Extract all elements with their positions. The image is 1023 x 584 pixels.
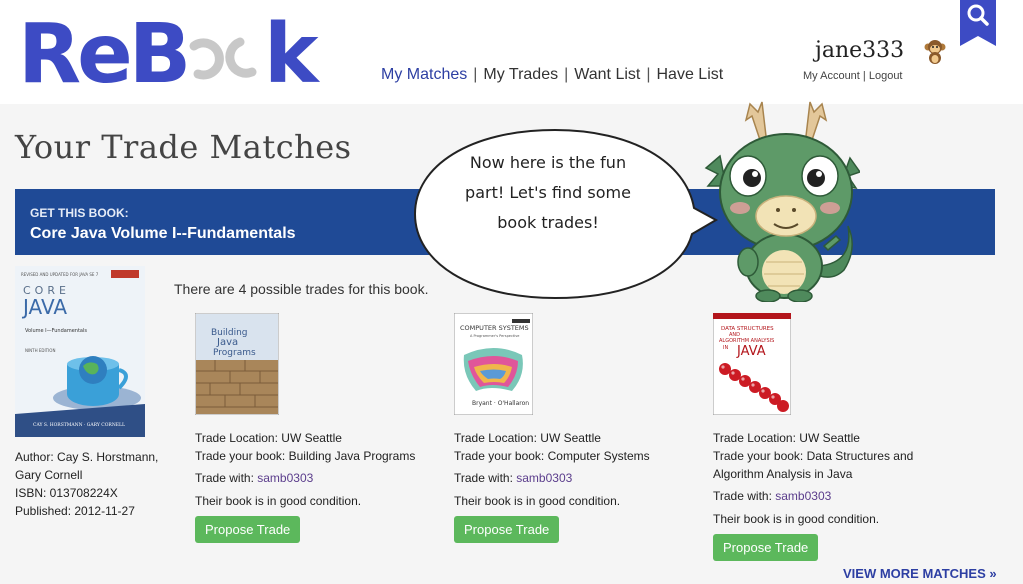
propose-trade-button[interactable]: Propose Trade	[454, 516, 560, 543]
trade-with: Trade with: samb0303	[713, 487, 963, 505]
trade-location: Trade Location: UW Seattle	[454, 431, 601, 445]
svg-text:COMPUTER SYSTEMS: COMPUTER SYSTEMS	[460, 324, 529, 332]
nav-my-trades[interactable]: My Trades	[483, 66, 558, 83]
rebook-logo[interactable]: ReB k	[18, 14, 348, 88]
trade-with-label: Trade with:	[454, 471, 517, 485]
svg-text:IN: IN	[723, 345, 728, 351]
trade-with: Trade with: samb0303	[195, 469, 445, 487]
book-author: Author: Cay S. Horstmann, Gary Cornell	[15, 450, 159, 482]
page-title: Your Trade Matches	[15, 128, 352, 166]
book-condition: Their book is in good condition.	[713, 512, 880, 526]
trade-location: Trade Location: UW Seattle	[195, 431, 342, 445]
cover-top-text: REVISED AND UPDATED FOR JAVA SE 7	[21, 272, 99, 277]
site-header: ReB k My Matches | My Trades | Want List | Hav…	[0, 0, 1023, 104]
view-more-matches-link[interactable]: VIEW MORE MATCHES »	[843, 566, 997, 581]
account-separator: |	[862, 70, 866, 82]
nav-separator: |	[564, 66, 569, 83]
trade-with-label: Trade with:	[713, 489, 776, 503]
nav-have-list[interactable]: Have List	[657, 66, 724, 83]
cover-authors-text: CAY S. HORSTMANN · GARY CORNELL	[33, 422, 125, 428]
cover-edition-text: NINTH EDITION	[25, 348, 55, 353]
building-java-cover-image[interactable]: Building Java Programs	[195, 313, 279, 415]
match-card: DATA STRUCTURES AND ALGORITHM ANALYSIS I…	[713, 313, 963, 561]
book-condition: Their book is in good condition.	[195, 494, 362, 508]
monkey-avatar-icon[interactable]	[924, 39, 946, 65]
propose-trade-button[interactable]: Propose Trade	[195, 516, 301, 543]
svg-text:A Programmer's Perspective: A Programmer's Perspective	[470, 334, 519, 338]
trade-with-label: Trade with:	[195, 471, 258, 485]
possible-trades-count: There are 4 possible trades for this boo…	[174, 281, 429, 297]
banner-book-title[interactable]: Core Java Volume I--Fundamentals	[30, 225, 296, 243]
nav-separator: |	[473, 66, 478, 83]
my-account-link[interactable]: My Account	[803, 70, 860, 82]
computer-systems-cover-image[interactable]: COMPUTER SYSTEMS A Programmer's Perspect…	[454, 313, 533, 415]
propose-trade-button[interactable]: Propose Trade	[713, 534, 819, 561]
mascot-speech-text: Now here is the fun part! Let's find som…	[465, 153, 631, 232]
trade-your-book: Trade your book: Building Java Programs	[195, 449, 416, 463]
book-details: Author: Cay S. Horstmann, Gary Cornell I…	[15, 448, 165, 520]
nav-want-list[interactable]: Want List	[574, 66, 640, 83]
cover-java-text: JAVA	[21, 295, 67, 319]
book-published: Published: 2012-11-27	[15, 504, 135, 518]
banner-label: GET THIS BOOK:	[30, 206, 129, 220]
core-java-cover-image[interactable]: REVISED AND UPDATED FOR JAVA SE 7 CORE J…	[15, 266, 145, 437]
svg-text:Programs: Programs	[213, 348, 256, 358]
username[interactable]: jane333	[815, 38, 904, 63]
trade-location: Trade Location: UW Seattle	[713, 431, 860, 445]
book-condition: Their book is in good condition.	[454, 494, 621, 508]
dragon-mascot-icon	[704, 101, 860, 302]
svg-text:JAVA: JAVA	[736, 344, 766, 359]
nav-separator: |	[646, 66, 651, 83]
trade-with-user-link[interactable]: samb0303	[516, 471, 572, 485]
svg-text:Bryant · O'Hallaron: Bryant · O'Hallaron	[472, 400, 529, 407]
match-card: COMPUTER SYSTEMS A Programmer's Perspect…	[454, 313, 704, 543]
search-icon[interactable]	[960, 0, 996, 46]
svg-text:k: k	[264, 14, 321, 88]
trade-your-book: Trade your book: Data Structures and Alg…	[713, 449, 914, 481]
svg-text:ReB: ReB	[18, 14, 187, 88]
logout-link[interactable]: Logout	[869, 70, 903, 82]
svg-text:Java: Java	[216, 337, 238, 348]
trade-your-book: Trade your book: Computer Systems	[454, 449, 650, 463]
trade-with: Trade with: samb0303	[454, 469, 704, 487]
book-isbn: ISBN: 013708224X	[15, 486, 118, 500]
data-structures-cover-image[interactable]: DATA STRUCTURES AND ALGORITHM ANALYSIS I…	[713, 313, 791, 415]
nav-my-matches[interactable]: My Matches	[381, 66, 467, 83]
cover-volume-text: Volume I—Fundamentals	[25, 328, 87, 334]
trade-with-user-link[interactable]: samb0303	[257, 471, 313, 485]
main-nav: My Matches | My Trades | Want List | Have List	[381, 66, 723, 84]
account-links: My Account | Logout	[803, 70, 903, 82]
match-card: Building Java Programs Trade Location: U…	[195, 313, 445, 543]
trade-with-user-link[interactable]: samb0303	[775, 489, 831, 503]
